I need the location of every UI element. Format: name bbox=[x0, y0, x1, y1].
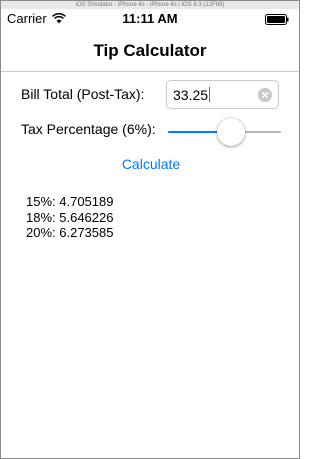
bill-total-input[interactable]: 33.25 bbox=[166, 80, 279, 109]
clear-icon[interactable] bbox=[258, 88, 272, 102]
status-bar: Carrier 11:11 AM bbox=[1, 9, 299, 29]
simulator-title: iOS Simulator - iPhone 4s - iPhone 4s / … bbox=[1, 1, 299, 9]
bill-total-value: 33.25 bbox=[173, 87, 209, 103]
tip-result-line: 15%: 4.705189 bbox=[26, 194, 114, 209]
simulator-window: iOS Simulator - iPhone 4s - iPhone 4s / … bbox=[0, 0, 300, 459]
tax-percentage-slider[interactable] bbox=[168, 118, 281, 146]
status-time: 11:11 AM bbox=[122, 11, 178, 26]
text-cursor bbox=[209, 87, 211, 102]
tip-results: 15%: 4.705189 18%: 5.646226 20%: 6.273585 bbox=[26, 194, 113, 241]
navigation-bar: Tip Calculator bbox=[1, 29, 299, 72]
bill-total-label: Bill Total (Post-Tax): bbox=[21, 86, 145, 102]
tip-result-line: 18%: 5.646226 bbox=[26, 209, 114, 225]
tip-result-line: 20%: 6.273585 bbox=[26, 225, 114, 240]
slider-thumb[interactable] bbox=[217, 118, 246, 146]
calculate-button[interactable]: Calculate bbox=[101, 154, 201, 174]
battery-icon bbox=[265, 14, 289, 25]
page-title: Tip Calculator bbox=[93, 41, 207, 60]
tax-percentage-label: Tax Percentage (6%): bbox=[21, 121, 156, 137]
